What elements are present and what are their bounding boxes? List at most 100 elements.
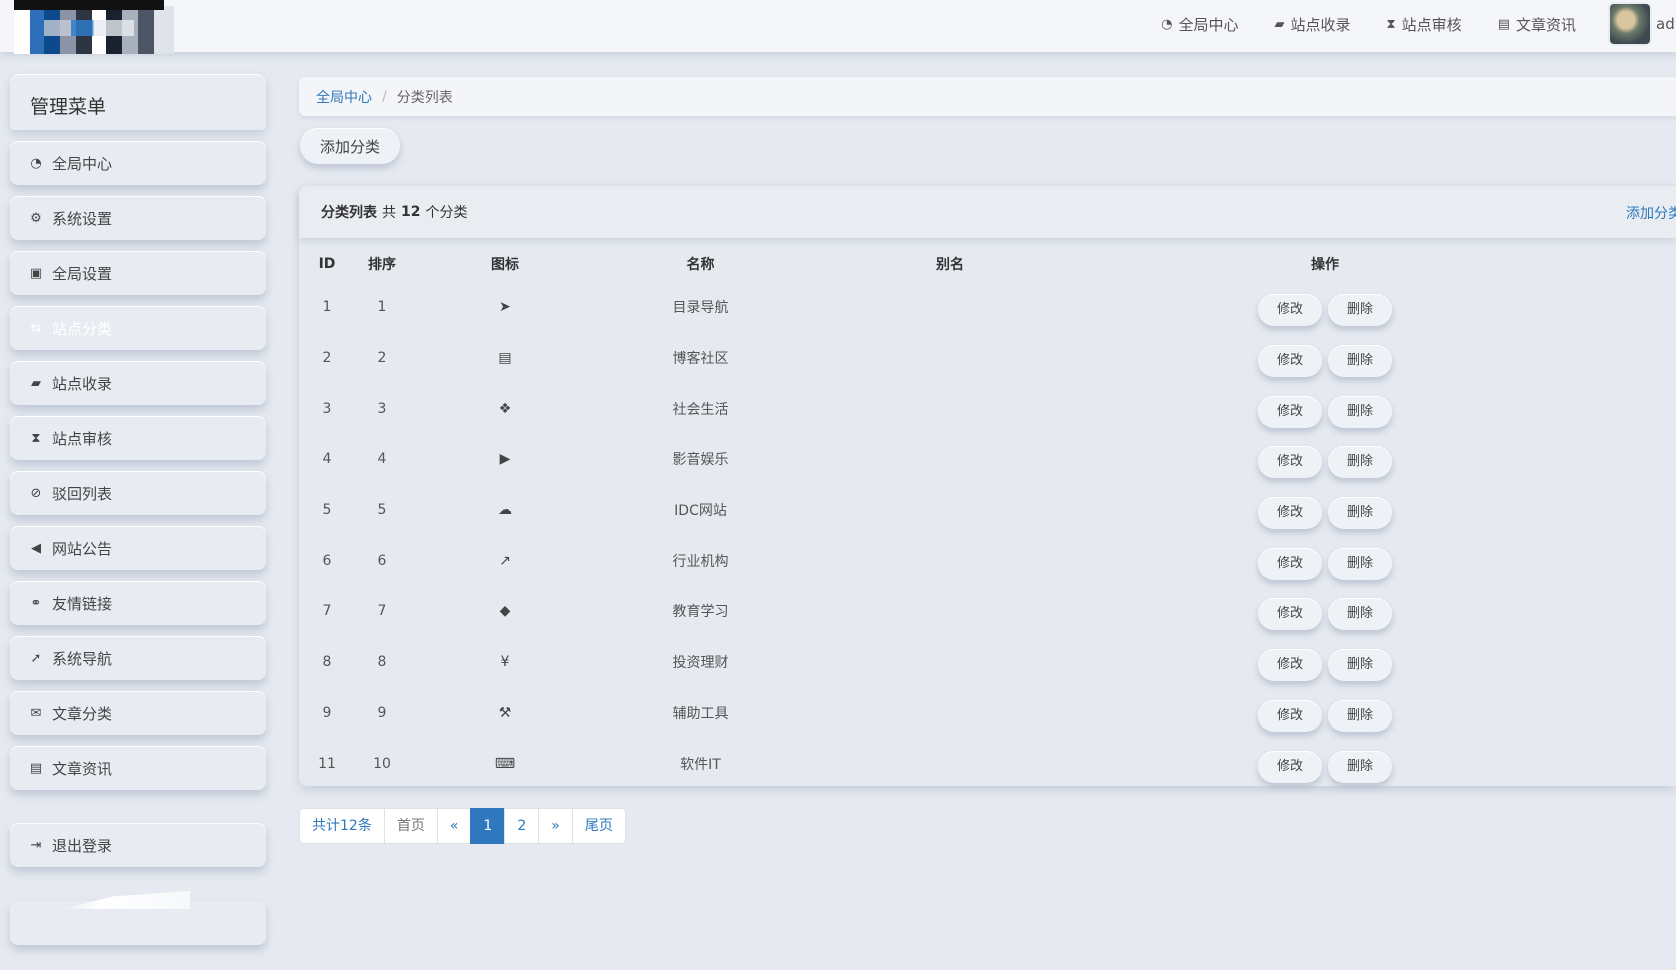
edit-button[interactable]: 修改 <box>1258 345 1322 378</box>
cell-alias <box>800 333 1100 384</box>
cell-name: 博客社区 <box>672 351 729 368</box>
cell-sort: 1 <box>377 299 387 316</box>
sidebar-item-site-collection[interactable]: ▰ 站点收录 <box>10 361 266 405</box>
cell-id: 6 <box>322 552 332 569</box>
cell-name: 教育学习 <box>672 604 729 621</box>
top-nav: ◔ 全局中心 ▰ 站点收录 ⧗ 站点审核 ▤ 文章资讯 adr <box>1125 0 1676 48</box>
graduation-cap-icon: ◆ <box>499 603 511 620</box>
cell-id: 9 <box>322 704 332 721</box>
pagination-page-2[interactable]: 2 <box>504 808 540 844</box>
pagination-total[interactable]: 共计12条 <box>299 808 385 844</box>
sidebar-item-announcements[interactable]: ◀ 网站公告 <box>10 526 266 570</box>
cell-name: 投资理财 <box>672 655 729 672</box>
cell-sort: 8 <box>377 654 387 671</box>
location-arrow-icon: ➚ <box>30 650 42 666</box>
column-header-id[interactable]: ID <box>299 246 355 282</box>
top-nav-site-collection[interactable]: ▰ 站点收录 <box>1275 14 1351 35</box>
sidebar-item-article-categories[interactable]: ✉ 文章分类 <box>10 691 266 735</box>
signpost-icon: ⇆ <box>30 320 42 336</box>
delete-button[interactable]: 删除 <box>1328 446 1392 479</box>
edit-button[interactable]: 修改 <box>1258 294 1322 327</box>
breadcrumb-separator: / <box>382 88 387 105</box>
book-icon: ▰ <box>31 375 41 391</box>
edit-button[interactable]: 修改 <box>1258 446 1322 479</box>
envelope-icon: ✉ <box>30 705 42 721</box>
column-header-icon[interactable]: 图标 <box>409 246 601 282</box>
sidebar-title: 管理菜单 <box>10 74 266 130</box>
delete-button[interactable]: 删除 <box>1328 547 1392 580</box>
column-header-alias[interactable]: 别名 <box>800 246 1100 282</box>
add-category-link[interactable]: 添加分类 <box>1626 203 1676 223</box>
sidebar-item-global-settings[interactable]: ▣ 全局设置 <box>10 251 266 295</box>
pagination-first[interactable]: 首页 <box>383 808 438 844</box>
edit-button[interactable]: 修改 <box>1258 750 1322 783</box>
hourglass-icon: ⧗ <box>1386 16 1396 32</box>
dashboard-icon: ◔ <box>1161 16 1173 32</box>
table-row: 8 8 ¥ 投资理财 修改 删除 <box>299 637 1550 688</box>
edit-button[interactable]: 修改 <box>1258 598 1322 631</box>
logout-button[interactable]: ⇥ 退出登录 <box>10 823 266 867</box>
cell-name: 行业机构 <box>672 553 729 570</box>
pagination-page-1[interactable]: 1 <box>470 808 506 844</box>
delete-button[interactable]: 删除 <box>1328 497 1392 530</box>
sidebar-item-articles[interactable]: ▤ 文章资讯 <box>10 746 266 790</box>
top-bar: ◔ 全局中心 ▰ 站点收录 ⧗ 站点审核 ▤ 文章资讯 adr <box>0 0 1676 54</box>
cell-name: 软件IT <box>680 756 721 773</box>
delete-button[interactable]: 删除 <box>1328 294 1392 327</box>
cell-sort: 2 <box>377 350 387 367</box>
panel-header: 分类列表 共 12 个分类 添加分类 <box>299 186 1676 238</box>
cell-alias <box>800 282 1100 333</box>
sidebar-item-rejected-list[interactable]: ⊘ 驳回列表 <box>10 471 266 515</box>
delete-button[interactable]: 删除 <box>1328 649 1392 682</box>
edit-button[interactable]: 修改 <box>1258 497 1322 530</box>
delete-button[interactable]: 删除 <box>1328 598 1392 631</box>
cell-alias <box>800 688 1100 739</box>
sidebar-item-label: 文章资讯 <box>52 759 113 778</box>
sidebar-item-system-nav[interactable]: ➚ 系统导航 <box>10 636 266 680</box>
avatar[interactable] <box>1608 2 1652 46</box>
edit-button[interactable]: 修改 <box>1258 547 1322 580</box>
hourglass-icon: ⧗ <box>31 430 41 446</box>
sidebar-item-site-review[interactable]: ⧗ 站点审核 <box>10 416 266 460</box>
top-nav-label: 文章资讯 <box>1515 15 1576 34</box>
top-nav-articles[interactable]: ▤ 文章资讯 <box>1498 14 1576 35</box>
ban-icon: ⊘ <box>30 485 42 501</box>
line-chart-icon: ↗ <box>499 552 511 569</box>
handshake-icon: ⚭ <box>30 595 42 611</box>
breadcrumb-home-link[interactable]: 全局中心 <box>316 87 372 107</box>
top-nav-dashboard[interactable]: ◔ 全局中心 <box>1161 14 1238 35</box>
sidebar-item-label: 全局设置 <box>52 264 113 283</box>
site-logo[interactable] <box>14 0 174 54</box>
cell-alias <box>800 586 1100 637</box>
table-row: 2 2 ▤ 博客社区 修改 删除 <box>299 333 1550 384</box>
delete-button[interactable]: 删除 <box>1328 750 1392 783</box>
sidebar-item-system-settings[interactable]: ⚙ 系统设置 <box>10 196 266 240</box>
newspaper-icon: ▤ <box>1497 16 1510 32</box>
top-nav-site-review[interactable]: ⧗ 站点审核 <box>1387 14 1462 35</box>
add-category-button[interactable]: 添加分类 <box>300 128 400 164</box>
cell-sort: 4 <box>377 451 387 468</box>
sidebar-item-site-categories[interactable]: ⇆ 站点分类 <box>10 306 266 350</box>
edit-button[interactable]: 修改 <box>1258 699 1322 732</box>
edit-button[interactable]: 修改 <box>1258 395 1322 428</box>
edit-button[interactable]: 修改 <box>1258 649 1322 682</box>
file-icon: ▤ <box>498 350 512 367</box>
delete-button[interactable]: 删除 <box>1328 395 1392 428</box>
cell-alias <box>800 485 1100 536</box>
cell-sort: 5 <box>377 502 387 519</box>
pagination-prev[interactable]: « <box>436 808 472 844</box>
sidebar-item-friend-links[interactable]: ⚭ 友情链接 <box>10 581 266 625</box>
delete-button[interactable]: 删除 <box>1328 699 1392 732</box>
user-name[interactable]: adr <box>1656 15 1676 33</box>
delete-button[interactable]: 删除 <box>1328 345 1392 378</box>
pagination-last[interactable]: 尾页 <box>571 808 626 844</box>
panel-count-prefix: 共 <box>382 205 396 221</box>
column-header-name[interactable]: 名称 <box>601 246 800 282</box>
column-header-sort[interactable]: 排序 <box>355 246 409 282</box>
cell-name: 目录导航 <box>672 300 729 317</box>
pagination-next[interactable]: » <box>538 808 573 844</box>
cell-id: 11 <box>318 755 336 772</box>
sidebar-item-dashboard[interactable]: ◔ 全局中心 <box>10 141 266 185</box>
sidebar-item-label: 站点收录 <box>52 374 113 393</box>
table-row: 3 3 ❖ 社会生活 修改 删除 <box>299 383 1550 434</box>
